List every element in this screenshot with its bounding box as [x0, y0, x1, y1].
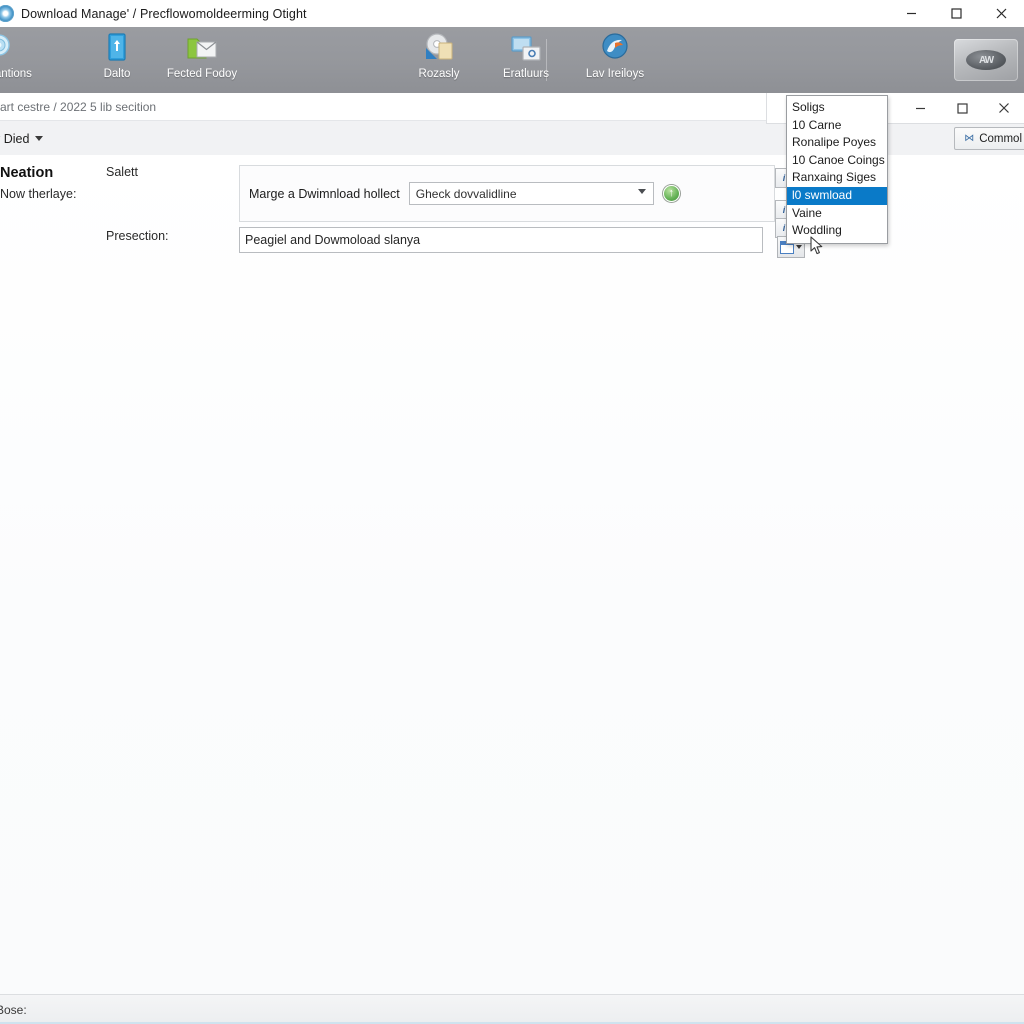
folder-mail-icon — [185, 31, 219, 65]
brand-logo: AW — [954, 39, 1018, 81]
presection-input-value: Peagiel and Dowmoload slanya — [245, 233, 421, 247]
presection-input[interactable]: Peagiel and Dowmoload slanya — [239, 227, 763, 253]
toolbar-label: Lav Ireiloys — [585, 68, 645, 80]
application-window: Download Manage' / Precflowomoldeerming … — [0, 0, 1024, 1024]
download-collection-group: Marge a Dwimnload hollect Gheck dovvalid… — [239, 165, 775, 222]
context-dropdown-menu: Soligs 10 Carne Ronalipe Poyes 10 Canoe … — [786, 95, 888, 244]
toolbar-button-dalto[interactable]: Dalto — [74, 31, 160, 80]
brand-logo-text: AW — [966, 50, 1006, 70]
toolbar-label: low Cantions — [0, 68, 32, 80]
window-controls — [889, 0, 1024, 27]
command-button[interactable]: ⋈ Commol — [954, 127, 1024, 150]
view-filter-dropdown[interactable]: y Died — [0, 131, 44, 146]
add-upload-icon[interactable]: ↑ — [662, 185, 680, 202]
download-globe-icon — [0, 5, 14, 22]
menu-item[interactable]: 10 Canoe Coings — [787, 152, 887, 170]
disc-lock-icon — [422, 31, 456, 65]
toolbar-button-lav-ireiloys[interactable]: Lav Ireiloys — [572, 31, 658, 80]
combobox-value: Gheck dovvalidline — [415, 186, 517, 201]
chevron-down-icon — [796, 245, 802, 249]
form-panel: Neation Now therlaye: Salett Presection:… — [0, 155, 1024, 995]
download-options-icon — [0, 31, 16, 65]
subwindow-close-icon[interactable] — [983, 93, 1024, 123]
menu-item-selected[interactable]: l0 swmload — [787, 186, 887, 205]
pin-document-icon — [100, 31, 134, 65]
chevron-down-icon — [637, 189, 646, 194]
menu-item[interactable]: Soligs — [787, 99, 887, 117]
download-collection-row: Marge a Dwimnload hollect Gheck dovvalid… — [249, 182, 680, 205]
minimize-icon[interactable] — [889, 0, 934, 27]
toolbar-button-download-options[interactable]: low Cantions — [0, 31, 42, 80]
view-filter-label: y Died — [0, 131, 30, 146]
toolbar-button-eratluurs[interactable]: Eratluurs — [483, 31, 569, 80]
menu-item[interactable]: 10 Carne — [787, 117, 887, 135]
window-titlebar: Download Manage' / Precflowomoldeerming … — [0, 0, 1024, 28]
menu-item[interactable]: Vaine — [787, 205, 887, 223]
subwindow-maximize-icon[interactable] — [941, 93, 983, 123]
toolbar-button-rozasly[interactable]: Rozasly — [396, 31, 482, 80]
status-bar: Bose: — [0, 994, 1024, 1024]
download-collection-combobox[interactable]: Gheck dovvalidline — [408, 182, 654, 205]
page-subtitle: Now therlaye: — [0, 187, 77, 201]
toolbar-label: Fected Fodoy — [166, 68, 238, 80]
toolbar-button-fected-fodoy[interactable]: Fected Fodoy — [159, 31, 245, 80]
chevron-down-icon — [35, 136, 44, 141]
main-toolbar: low Cantions Dalto Fected Fodoy — [0, 27, 1024, 94]
window-title: Download Manage' / Precflowomoldeerming … — [21, 6, 307, 21]
status-label: Bose: — [0, 1002, 27, 1017]
mouse-cursor — [810, 236, 824, 261]
close-icon[interactable] — [979, 0, 1024, 27]
command-button-label: Commol — [979, 132, 1022, 145]
menu-item[interactable]: Ronalipe Poyes — [787, 134, 887, 152]
download-collection-label: Marge a Dwimnload hollect — [249, 186, 400, 201]
swirl-globe-icon — [598, 31, 632, 65]
page-title: Neation — [0, 165, 54, 181]
label-presection: Presection: — [106, 229, 169, 243]
label-select: Salett — [106, 165, 138, 179]
menu-item[interactable]: Woddling — [787, 222, 887, 240]
maximize-icon[interactable] — [934, 0, 979, 27]
monitor-settings-icon — [509, 31, 543, 65]
menu-item[interactable]: Ranxaing Siges — [787, 169, 887, 187]
subwindow-minimize-b-icon[interactable] — [899, 93, 941, 123]
command-glyph-icon: ⋈ — [964, 133, 975, 144]
toolbar-separator — [546, 39, 547, 81]
toolbar-label: Rozasly — [418, 68, 460, 80]
breadcrumb-text: itart cestre / 2022 5 lib secition — [0, 99, 157, 114]
toolbar-label: Dalto — [103, 68, 131, 80]
toolbar-label: Eratluurs — [502, 68, 550, 80]
